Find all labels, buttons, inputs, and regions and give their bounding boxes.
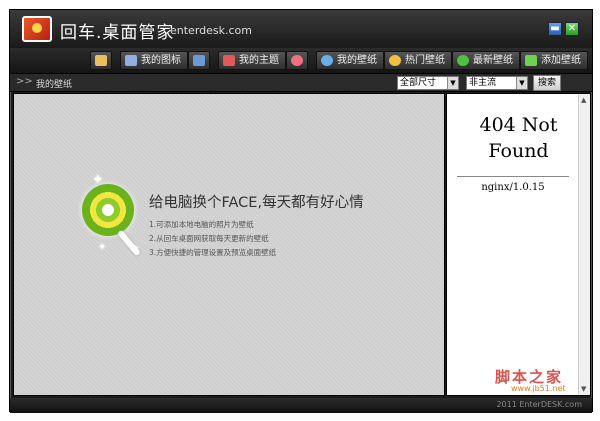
my-icons-button[interactable]: 我的图标 [120,51,188,70]
my-themes-label: 我的主题 [239,55,279,66]
hot-wallpapers-button[interactable]: 热门壁纸 [384,51,452,70]
my-icons-label: 我的图标 [141,55,181,66]
size-select[interactable]: 全部尺寸 ▼ [397,76,459,90]
minimize-button[interactable]: ▬ [548,22,562,36]
theme-select-value: 非主流 [469,78,497,88]
close-button[interactable]: ✕ [565,22,579,36]
search-button[interactable]: 搜索 [533,75,561,91]
wallpaper-panel: ✦ ✦ ✦ 给电脑换个FACE,每天都有好心情 1.可添加本地电脑的照片为壁纸 … [13,93,445,396]
title-bar[interactable]: 回车.桌面管家 enterdesk.com ▬ ✕ [10,10,592,48]
sparkle-icon: ✦ [132,244,140,254]
tip-item: 3.方便快捷的管理设置及预览桌面壁纸 [149,248,277,257]
theme-select[interactable]: 非主流 ▼ [466,76,528,90]
error-title-line: Found [488,140,549,162]
add-wallpaper-button[interactable]: 添加壁纸 [520,51,588,70]
app-logo-icon [22,16,52,42]
error-title: 404 Not Found [447,112,590,164]
grid-icon [125,55,137,66]
hot-wallpapers-label: 热门壁纸 [405,55,445,66]
my-themes-button[interactable]: 我的主题 [218,51,286,70]
welcome-headline: 给电脑换个FACE,每天都有好心情 [149,195,364,211]
plus-icon [525,55,537,66]
image-button[interactable] [188,51,210,70]
new-wallpapers-label: 最新壁纸 [473,55,513,66]
sparkle-icon: ✦ [98,242,107,253]
favorites-button[interactable] [286,51,308,70]
filter-bar: >> 我的壁纸 全部尺寸 ▼ 非主流 ▼ 搜索 [10,74,592,92]
server-signature: nginx/1.0.15 [481,182,545,193]
app-window: 回车.桌面管家 enterdesk.com ▬ ✕ 我的图标 我的主题 我的壁纸… [9,9,593,413]
size-select-value: 全部尺寸 [400,78,437,88]
error-title-line: 404 Not [479,114,558,136]
medal-icon [389,55,401,66]
breadcrumb-arrow-icon: >> [16,76,33,87]
app-title: 回车.桌面管家 [60,23,175,43]
copyright: 2011 EnterDESK.com [496,400,582,409]
toolbar: 我的图标 我的主题 我的壁纸 热门壁纸 最新壁纸 添加壁纸 [10,48,592,74]
watermark-url: www.jb51.net [511,384,566,393]
tip-item: 2.从回车桌面网获取每天更新的壁纸 [149,234,269,243]
ad-panel: 404 Not Found nginx/1.0.15 脚本之家 www.jb51… [446,93,591,396]
breadcrumb: 我的壁纸 [36,80,73,90]
chevron-down-icon: ▼ [447,77,458,89]
tip-item: 1.可添加本地电脑的照片为壁纸 [149,220,254,229]
heart-icon [291,55,303,66]
feature-tips: 1.可添加本地电脑的照片为壁纸 2.从回车桌面网获取每天更新的壁纸 3.方便快捷… [149,218,276,260]
divider [457,176,569,177]
my-wallpapers-button[interactable]: 我的壁纸 [316,51,384,70]
add-wallpaper-label: 添加壁纸 [541,55,581,66]
folder-icon [95,55,107,66]
new-wallpapers-button[interactable]: 最新壁纸 [452,51,520,70]
user-icon [321,55,333,66]
refresh-icon [457,55,469,66]
image-icon [193,55,205,66]
palette-icon [223,55,235,66]
my-wallpapers-label: 我的壁纸 [337,55,377,66]
lollipop-icon [82,184,134,236]
chevron-down-icon: ▼ [516,77,527,89]
folder-button[interactable] [90,51,112,70]
app-domain: enterdesk.com [170,24,252,37]
scrollbar[interactable] [578,94,590,395]
status-bar: 2011 EnterDESK.com [10,398,592,413]
